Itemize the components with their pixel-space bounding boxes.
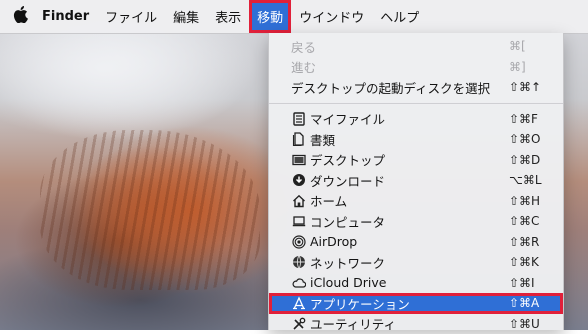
menu-item-documents[interactable]: 書類 ⇧⌘O bbox=[269, 129, 563, 150]
menu-item-shortcut: ⇧⌘I bbox=[509, 276, 555, 290]
desktop-icon bbox=[291, 152, 306, 167]
menu-item-network[interactable]: ネットワーク ⇧⌘K bbox=[269, 252, 563, 273]
menu-item-label: デスクトップの起動ディスクを選択 bbox=[291, 78, 509, 97]
wallpaper-cloud bbox=[0, 20, 260, 140]
menu-item-shortcut: ⇧⌘D bbox=[509, 153, 555, 167]
wallpaper-mountain bbox=[40, 130, 260, 290]
menu-item-shortcut: ⌘] bbox=[509, 60, 555, 74]
menu-item-airdrop[interactable]: AirDrop ⇧⌘R bbox=[269, 232, 563, 253]
menu-item-select-startup-disk[interactable]: デスクトップの起動ディスクを選択 ⇧⌘↑ bbox=[269, 77, 563, 98]
network-icon bbox=[291, 255, 306, 270]
downloads-icon bbox=[291, 173, 306, 188]
documents-icon bbox=[291, 132, 306, 147]
menu-item-label: ダウンロード bbox=[310, 171, 509, 190]
menu-item-shortcut: ⇧⌘↑ bbox=[509, 80, 555, 94]
menu-item-label: ネットワーク bbox=[310, 253, 509, 272]
menu-item-desktop[interactable]: デスクトップ ⇧⌘D bbox=[269, 150, 563, 171]
airdrop-icon bbox=[291, 234, 306, 249]
menu-item-shortcut: ⇧⌘K bbox=[509, 255, 555, 269]
menu-item-back[interactable]: 戻る ⌘[ bbox=[269, 36, 563, 57]
home-icon bbox=[291, 193, 306, 208]
menu-item-all-my-files[interactable]: マイファイル ⇧⌘F bbox=[269, 109, 563, 130]
menu-finder[interactable]: Finder bbox=[40, 0, 97, 33]
menu-item-label: 書類 bbox=[310, 130, 509, 149]
menu-view[interactable]: 表示 bbox=[207, 0, 249, 33]
menu-edit[interactable]: 編集 bbox=[165, 0, 207, 33]
menu-item-home[interactable]: ホーム ⇧⌘H bbox=[269, 191, 563, 212]
menu-separator bbox=[269, 103, 563, 104]
icloud-icon bbox=[291, 275, 306, 290]
menu-file[interactable]: ファイル bbox=[97, 0, 165, 33]
menu-item-shortcut: ⇧⌘R bbox=[509, 235, 555, 249]
menu-item-label: 戻る bbox=[291, 37, 509, 56]
menu-item-forward[interactable]: 進む ⌘] bbox=[269, 57, 563, 78]
menu-item-shortcut: ⇧⌘C bbox=[509, 214, 555, 228]
menu-help[interactable]: ヘルプ bbox=[372, 0, 427, 33]
menu-go[interactable]: 移動 bbox=[249, 0, 291, 33]
menu-item-label: AirDrop bbox=[310, 234, 509, 249]
menu-item-label: ユーティリティ bbox=[310, 314, 509, 333]
menu-item-applications[interactable]: アプリケーション ⇧⌘A bbox=[269, 293, 563, 314]
menu-item-downloads[interactable]: ダウンロード ⌥⌘L bbox=[269, 170, 563, 191]
menu-item-shortcut: ⇧⌘H bbox=[509, 194, 555, 208]
menu-item-label: デスクトップ bbox=[310, 150, 509, 169]
menu-item-utilities[interactable]: ユーティリティ ⇧⌘U bbox=[269, 314, 563, 334]
menu-item-icloud-drive[interactable]: iCloud Drive ⇧⌘I bbox=[269, 273, 563, 294]
apple-logo-icon bbox=[13, 6, 28, 27]
menu-item-shortcut: ⌘[ bbox=[509, 39, 555, 53]
applications-icon bbox=[291, 296, 306, 311]
menu-window[interactable]: ウインドウ bbox=[291, 0, 372, 33]
menu-item-label: コンピュータ bbox=[310, 212, 509, 231]
menu-bar: Finder ファイル 編集 表示 移動 ウインドウ ヘルプ bbox=[0, 0, 588, 34]
all-my-files-icon bbox=[291, 111, 306, 126]
menu-item-shortcut: ⇧⌘U bbox=[509, 317, 555, 331]
apple-menu[interactable] bbox=[0, 0, 40, 33]
computer-icon bbox=[291, 214, 306, 229]
menu-item-shortcut: ⇧⌘F bbox=[509, 112, 555, 126]
menu-item-shortcut: ⌥⌘L bbox=[509, 173, 555, 187]
go-menu-dropdown: 戻る ⌘[ 進む ⌘] デスクトップの起動ディスクを選択 ⇧⌘↑ マイファイル … bbox=[268, 33, 564, 330]
menu-item-label: ホーム bbox=[310, 191, 509, 210]
menu-item-label: iCloud Drive bbox=[310, 275, 509, 290]
menu-item-label: 進む bbox=[291, 57, 509, 76]
menu-item-label: アプリケーション bbox=[310, 294, 509, 313]
menu-item-label: マイファイル bbox=[310, 109, 509, 128]
utilities-icon bbox=[291, 316, 306, 331]
menu-item-computer[interactable]: コンピュータ ⇧⌘C bbox=[269, 211, 563, 232]
menu-item-shortcut: ⇧⌘A bbox=[509, 296, 555, 310]
menu-item-shortcut: ⇧⌘O bbox=[509, 132, 555, 146]
